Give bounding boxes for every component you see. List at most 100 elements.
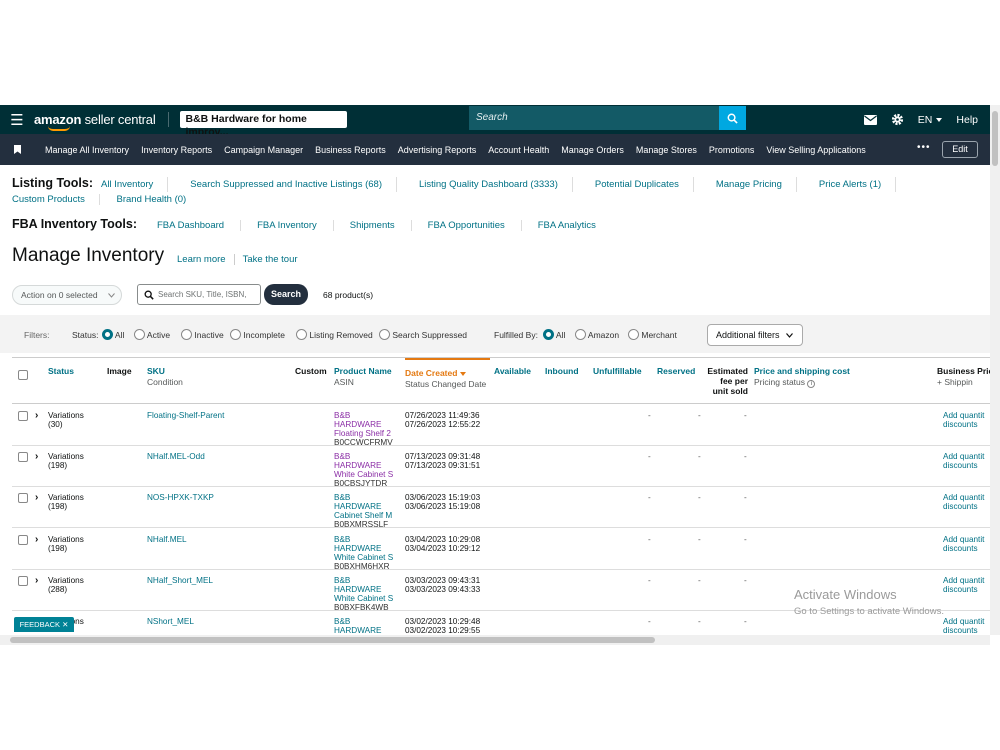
row-add-quantity-discounts[interactable]: Add quantit discounts <box>943 411 984 429</box>
link-shipments[interactable]: Shipments <box>350 220 412 231</box>
additional-filters-button[interactable]: Additional filters <box>707 324 803 346</box>
status-active-radio[interactable]: Active <box>134 329 170 341</box>
col-reserved[interactable]: Reserved <box>657 366 695 376</box>
nav-item-inventory-reports[interactable]: Inventory Reports <box>141 145 212 155</box>
link-potential-duplicates[interactable]: Potential Duplicates <box>595 177 694 192</box>
nav-item-manage-all-inventory[interactable]: Manage All Inventory <box>45 145 129 155</box>
col-available[interactable]: Available <box>494 366 531 376</box>
row-product-name[interactable]: B&B HARDWAREFloating Shelf 21/2" Thick <box>334 411 399 438</box>
status-incomplete-radio[interactable]: Incomplete <box>230 329 285 341</box>
vertical-scrollbar[interactable] <box>990 105 1000 635</box>
mail-icon[interactable] <box>863 114 877 125</box>
link-fba-inventory[interactable]: FBA Inventory <box>257 220 334 231</box>
expand-chevron-icon[interactable]: › <box>35 575 38 586</box>
row-checkbox[interactable] <box>18 493 28 505</box>
scrollbar-thumb[interactable] <box>992 111 998 166</box>
link-brand-health[interactable]: Brand Health (0) <box>117 194 201 205</box>
row-add-quantity-discounts[interactable]: Add quantit discounts <box>943 452 984 470</box>
link-fba-opportunities[interactable]: FBA Opportunities <box>428 220 522 231</box>
col-date-created[interactable]: Date Created Status Changed Date <box>405 358 490 389</box>
col-status[interactable]: Status <box>48 366 74 376</box>
link-search-suppressed[interactable]: Search Suppressed and Inactive Listings … <box>190 177 397 192</box>
select-all-checkbox[interactable] <box>18 370 28 382</box>
row-sku[interactable]: NHalf_Short_MEL <box>147 576 213 585</box>
global-search-input[interactable]: Search <box>469 106 719 130</box>
row-checkbox[interactable] <box>18 534 28 547</box>
row-add-quantity-discounts[interactable]: Add quantit discounts <box>943 535 984 553</box>
table-row[interactable]: › Variations (198) NHalf.MEL B&B HARDWARE Whi… <box>12 529 990 571</box>
row-sku[interactable]: NHalf.MEL-Odd <box>147 452 205 461</box>
col-price[interactable]: Price and shipping cost Pricing status i <box>754 366 850 388</box>
horizontal-scrollbar[interactable] <box>0 635 990 645</box>
link-manage-pricing[interactable]: Manage Pricing <box>716 177 797 192</box>
hamburger-menu-icon[interactable]: ☰ <box>0 111 34 129</box>
fba-tools: FBA Inventory Tools: FBA Dashboard FBA I… <box>12 217 628 231</box>
row-checkbox[interactable] <box>18 411 28 423</box>
link-fba-dashboard[interactable]: FBA Dashboard <box>157 220 242 231</box>
info-icon[interactable]: i <box>807 380 816 388</box>
row-add-quantity-discounts[interactable]: Add quantit discounts <box>943 493 984 511</box>
col-sku[interactable]: SKU Condition <box>147 366 183 387</box>
row-sku[interactable]: Floating-Shelf-Parent <box>147 411 224 420</box>
nav-item-manage-orders[interactable]: Manage Orders <box>561 145 624 155</box>
scrollbar-thumb[interactable] <box>10 637 655 643</box>
nav-item-manage-stores[interactable]: Manage Stores <box>636 145 697 155</box>
nav-item-account-health[interactable]: Account Health <box>488 145 549 155</box>
help-link[interactable]: Help <box>956 114 978 126</box>
row-product-name[interactable]: B&B HARDWAREWhite Cabinet Shelves Melami… <box>334 452 399 479</box>
global-search-button[interactable] <box>719 106 746 130</box>
row-add-quantity-discounts[interactable]: Add quantit discounts <box>943 617 984 635</box>
table-row[interactable]: › Variations (30) Floating-Shelf-Parent B&B … <box>12 405 990 447</box>
expand-chevron-icon[interactable]: › <box>35 492 38 503</box>
link-listing-quality[interactable]: Listing Quality Dashboard (3333) <box>419 177 573 192</box>
nav-item-view-selling-applications[interactable]: View Selling Applications <box>766 145 865 155</box>
expand-chevron-icon[interactable]: › <box>35 410 38 421</box>
nav-item-advertising-reports[interactable]: Advertising Reports <box>398 145 477 155</box>
status-listing-removed-radio[interactable]: Listing Removed <box>296 329 373 341</box>
learn-more-link[interactable]: Learn more <box>177 254 226 265</box>
inventory-search-input[interactable]: Search SKU, Title, ISBN, <box>137 284 261 305</box>
table-row[interactable]: › Variations (198) NHalf.MEL-Odd B&B HARDWAR… <box>12 446 990 488</box>
link-custom-products[interactable]: Custom Products <box>12 194 100 205</box>
status-all-radio[interactable]: All <box>102 329 124 341</box>
close-icon[interactable]: ✕ <box>62 620 68 629</box>
row-add-quantity-discounts[interactable]: Add quantit discounts <box>943 576 984 594</box>
nav-item-business-reports[interactable]: Business Reports <box>315 145 386 155</box>
nav-item-campaign-manager[interactable]: Campaign Manager <box>224 145 303 155</box>
row-product-name[interactable]: B&B HARDWAREWhite Cabinet Shelves Melami… <box>334 535 399 562</box>
row-sku[interactable]: NShort_MEL <box>147 617 194 626</box>
link-all-inventory[interactable]: All Inventory <box>101 177 169 192</box>
row-product-name[interactable]: B&B HARDWARECabinet Shelf Melamine 3/4",… <box>334 493 399 520</box>
seller-central-logo[interactable]: amazon seller central <box>34 112 169 131</box>
table-row[interactable]: › Variations (198) NOS-HPXK-TXKP B&B HARDWAR… <box>12 487 990 529</box>
status-inactive-radio[interactable]: Inactive <box>181 329 224 341</box>
expand-chevron-icon[interactable]: › <box>35 534 38 545</box>
link-price-alerts[interactable]: Price Alerts (1) <box>819 177 897 192</box>
gear-icon[interactable] <box>891 113 904 126</box>
col-product-name[interactable]: Product Name ASIN <box>334 366 392 387</box>
store-selector[interactable]: B&B Hardware for home improv... <box>179 111 347 138</box>
row-date-changed: 07/26/2023 12:55:22 <box>405 420 481 429</box>
status-search-suppressed-radio[interactable]: Search Suppressed <box>379 329 467 341</box>
edit-nav-button[interactable]: Edit <box>942 141 978 158</box>
col-inbound[interactable]: Inbound <box>545 366 579 376</box>
take-tour-link[interactable]: Take the tour <box>243 254 298 265</box>
link-fba-analytics[interactable]: FBA Analytics <box>538 220 612 231</box>
row-checkbox[interactable] <box>18 452 28 464</box>
inventory-search-button[interactable]: Search <box>264 284 308 305</box>
fulfilled-merchant-radio[interactable]: Merchant <box>628 329 677 341</box>
col-unfulfillable[interactable]: Unfulfillable <box>593 366 642 376</box>
row-sku[interactable]: NOS-HPXK-TXKP <box>147 493 214 502</box>
row-sku[interactable]: NHalf.MEL <box>147 535 187 544</box>
row-checkbox[interactable] <box>18 575 28 588</box>
feedback-button[interactable]: FEEDBACK ✕ <box>14 617 74 632</box>
bookmark-icon[interactable] <box>0 145 34 154</box>
row-product-name[interactable]: B&B HARDWAREWhite Cabinet Shelves, Melam… <box>334 576 399 603</box>
nav-more-icon[interactable]: ••• <box>917 142 931 153</box>
bulk-action-select[interactable]: Action on 0 selected <box>12 285 122 305</box>
nav-item-promotions[interactable]: Promotions <box>709 145 755 155</box>
fulfilled-amazon-radio[interactable]: Amazon <box>575 329 619 341</box>
fulfilled-all-radio[interactable]: All <box>543 329 565 341</box>
language-selector[interactable]: EN <box>918 114 943 126</box>
expand-chevron-icon[interactable]: › <box>35 451 38 462</box>
